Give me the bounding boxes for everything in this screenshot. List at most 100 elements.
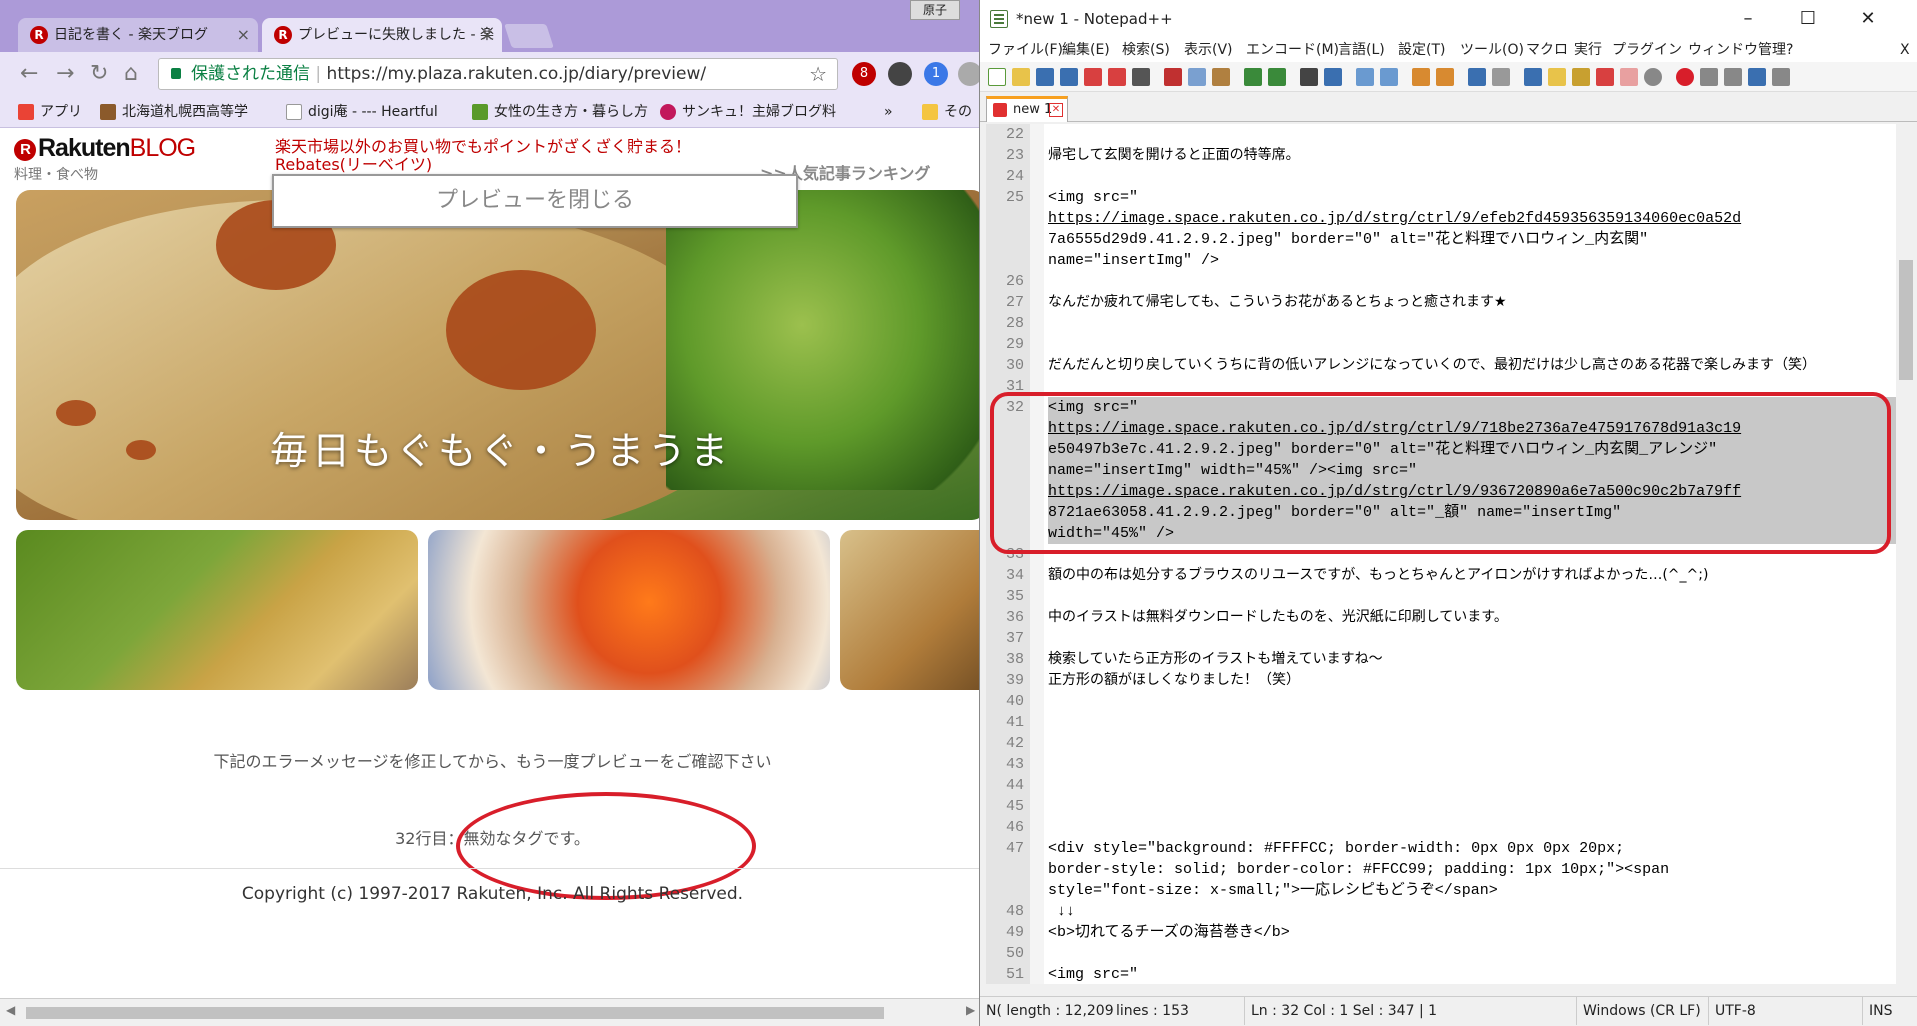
code-line[interactable] (1048, 124, 1896, 145)
rakuten-extension-icon[interactable]: 8 (852, 62, 876, 86)
function-list-icon[interactable] (1596, 68, 1614, 86)
back-icon[interactable]: ← (20, 62, 38, 86)
menu-settings[interactable]: 設定(T) (1398, 38, 1445, 62)
record-macro-icon[interactable] (1676, 68, 1694, 86)
menu-run[interactable]: 実行 (1574, 38, 1602, 62)
tab-preview-failed[interactable]: R プレビューに失敗しました - 楽 × (262, 18, 502, 52)
zoom-in-icon[interactable] (1356, 68, 1374, 86)
bookmark-item[interactable]: digi庵 - --- Heartful (286, 96, 438, 127)
close-icon[interactable] (1084, 68, 1102, 86)
thumbnail-image[interactable] (840, 530, 985, 690)
menu-macro[interactable]: マクロ (1526, 38, 1568, 62)
code-line[interactable]: ↓↓ (1048, 901, 1896, 922)
code-line[interactable] (1048, 817, 1896, 838)
copy-icon[interactable] (1188, 68, 1206, 86)
code-line[interactable]: 検索していたら正方形のイラストも増えていますね～ (1048, 649, 1896, 670)
close-tab-icon[interactable]: × (481, 18, 494, 52)
menu-view[interactable]: 表示(V) (1184, 38, 1233, 62)
open-file-icon[interactable] (1012, 68, 1030, 86)
cut-icon[interactable] (1164, 68, 1182, 86)
menu-file[interactable]: ファイル(F) (988, 38, 1063, 62)
sync-vertical-icon[interactable] (1412, 68, 1430, 86)
menu-tools[interactable]: ツール(O) (1460, 38, 1524, 62)
close-tab-icon[interactable]: × (237, 18, 250, 52)
code-line[interactable]: <b>切れてるチーズの海苔巻き</b> (1048, 922, 1896, 943)
code-line[interactable]: 正方形の額がほしくなりました！（笑） (1048, 670, 1896, 691)
code-line[interactable]: <img src=" (1048, 187, 1896, 208)
menu-window[interactable]: ウィンドウ管理 (1688, 38, 1786, 62)
code-editor[interactable]: 22 23 24 25 26 27 28 29 30 31 32 33 34 35 36 37 38 39 40 41… (986, 124, 1896, 984)
code-line[interactable] (1048, 754, 1896, 775)
code-line[interactable]: <div style="background: #FFFFCC; border-… (1048, 838, 1896, 859)
undo-icon[interactable] (1244, 68, 1262, 86)
save-all-icon[interactable] (1060, 68, 1078, 86)
stop-macro-icon[interactable] (1700, 68, 1718, 86)
extension-icon[interactable]: 1 (924, 62, 948, 86)
close-all-icon[interactable] (1108, 68, 1126, 86)
sync-horizontal-icon[interactable] (1436, 68, 1454, 86)
vertical-scrollbar[interactable] (1896, 124, 1916, 984)
reload-icon[interactable]: ↻ (90, 62, 108, 86)
thumbnail-image[interactable] (428, 530, 830, 690)
bookmark-apps[interactable]: アプリ (18, 96, 82, 127)
profile-button[interactable]: 原子 (910, 0, 960, 20)
code-line[interactable]: だんだんと切り戻していくうちに背の低いアレンジになっていくので、最初だけは少し高… (1048, 355, 1896, 376)
code-line[interactable] (1048, 733, 1896, 754)
code-line[interactable] (1048, 796, 1896, 817)
tab-new-1[interactable]: new 1 ✕ (986, 96, 1068, 122)
find-icon[interactable] (1300, 68, 1318, 86)
more-bookmarks-button[interactable]: » (884, 96, 893, 127)
folder-workspace-icon[interactable] (1620, 68, 1638, 86)
play-macro-icon[interactable] (1724, 68, 1742, 86)
doc-map-icon[interactable] (1572, 68, 1590, 86)
code-line[interactable]: border-style: solid; border-color: #FFCC… (1048, 859, 1896, 880)
home-icon[interactable]: ⌂ (124, 62, 138, 86)
bookmark-item[interactable]: サンキュ！主婦ブログ料 (660, 96, 836, 127)
paste-icon[interactable] (1212, 68, 1230, 86)
horizontal-scrollbar[interactable]: ◀ ▶ (0, 998, 985, 1026)
code-line[interactable]: style="font-size: x-small;">一応レシピもどうぞ</s… (1048, 880, 1896, 901)
word-wrap-icon[interactable] (1468, 68, 1486, 86)
new-file-icon[interactable] (988, 68, 1006, 86)
editor-text-area[interactable]: 帰宅して玄関を開けると正面の特等席。 <img src=" https://imag… (1048, 124, 1896, 984)
close-preview-button[interactable]: プレビューを閉じる (272, 174, 798, 228)
code-line[interactable]: 中のイラストは無料ダウンロードしたものを、光沢紙に印刷しています。 (1048, 607, 1896, 628)
run-macro-multiple-icon[interactable] (1748, 68, 1766, 86)
menu-encoding[interactable]: エンコード(M) (1246, 38, 1339, 62)
bookmark-star-icon[interactable]: ☆ (809, 59, 827, 89)
code-line[interactable] (1048, 943, 1896, 964)
tab-write-diary[interactable]: R 日記を書く - 楽天ブログ × (18, 18, 258, 52)
save-icon[interactable] (1036, 68, 1054, 86)
code-line[interactable] (1048, 334, 1896, 355)
indent-guide-icon[interactable] (1524, 68, 1542, 86)
code-line[interactable] (1048, 313, 1896, 334)
menu-edit[interactable]: 編集(E) (1062, 38, 1110, 62)
code-line[interactable] (1048, 628, 1896, 649)
promo-link[interactable]: 楽天市場以外のお買い物でもポイントがざくざく貯まる！ Rebates(リーベイツ… (275, 138, 691, 174)
code-line[interactable]: 帰宅して玄関を開けると正面の特等席。 (1048, 145, 1896, 166)
code-line[interactable] (1048, 712, 1896, 733)
scrollbar-thumb[interactable] (26, 1007, 884, 1019)
minimize-icon[interactable]: – (1718, 0, 1778, 38)
code-line[interactable]: name="insertImg" /> (1048, 250, 1896, 271)
code-line[interactable]: https://image.space.rakuten.co.jp/d/strg… (1048, 208, 1896, 229)
code-line[interactable]: 7a6555d29d9.41.2.9.2.jpeg" border="0" al… (1048, 229, 1896, 250)
code-line[interactable] (1048, 586, 1896, 607)
bookmark-item[interactable]: 北海道札幌西高等学 (100, 96, 248, 127)
save-macro-icon[interactable] (1772, 68, 1790, 86)
menu-help[interactable]: ? (1786, 38, 1793, 62)
zoom-out-icon[interactable] (1380, 68, 1398, 86)
scroll-right-icon[interactable]: ▶ (966, 1003, 975, 1017)
monitor-icon[interactable] (1644, 68, 1662, 86)
scroll-left-icon[interactable]: ◀ (6, 1003, 15, 1017)
thumbnail-image[interactable] (16, 530, 418, 690)
new-tab-button[interactable] (504, 24, 554, 48)
menu-plugins[interactable]: プラグイン (1612, 38, 1682, 62)
close-window-icon[interactable]: ✕ (1838, 0, 1898, 38)
code-line[interactable]: <img src=" (1048, 964, 1896, 984)
code-line[interactable] (1048, 775, 1896, 796)
show-all-chars-icon[interactable] (1492, 68, 1510, 86)
print-icon[interactable] (1132, 68, 1150, 86)
code-line[interactable]: 額の中の布は処分するブラウスのリユースですが、もっとちゃんとアイロンがけすればよ… (1048, 565, 1896, 586)
bookmark-folder[interactable]: その (922, 96, 972, 127)
